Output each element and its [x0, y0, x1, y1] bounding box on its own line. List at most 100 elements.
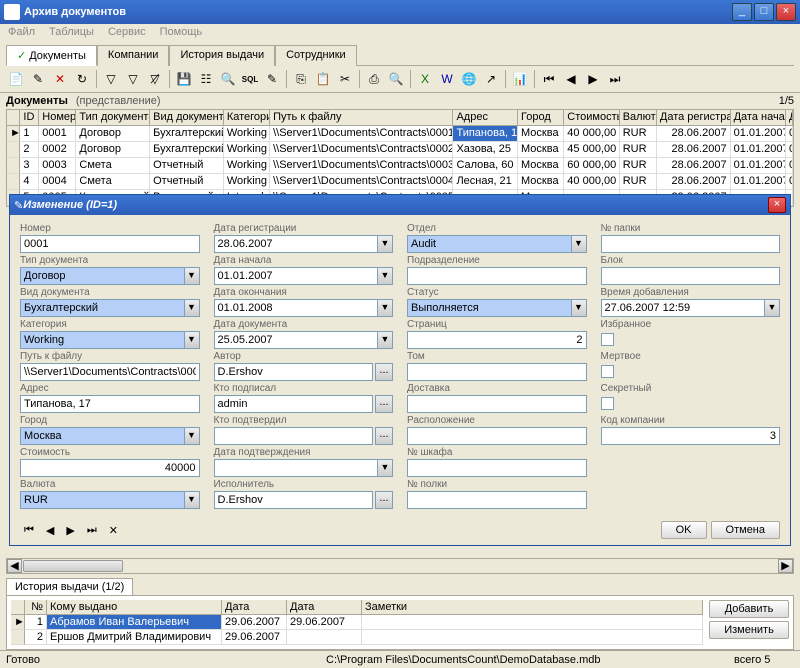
num-input[interactable]: [20, 235, 200, 253]
dropdown-icon[interactable]: ▼: [184, 299, 200, 317]
dropdown-icon[interactable]: ▼: [377, 331, 393, 349]
cab-input[interactable]: [407, 459, 587, 477]
signed-input[interactable]: [214, 395, 374, 413]
maximize-button[interactable]: □: [754, 3, 774, 21]
tb-delete-icon[interactable]: ✕: [50, 69, 70, 89]
city-input[interactable]: [20, 427, 184, 445]
secret-checkbox[interactable]: [601, 397, 614, 410]
tb-filter2-icon[interactable]: ▽: [123, 69, 143, 89]
tb-filteroff-icon[interactable]: ▽̸: [145, 69, 165, 89]
vid-input[interactable]: [20, 299, 184, 317]
block-input[interactable]: [601, 267, 781, 285]
dropdown-icon[interactable]: ▼: [571, 235, 587, 253]
dstart-input[interactable]: [214, 267, 378, 285]
loc-input[interactable]: [407, 427, 587, 445]
scroll-thumb[interactable]: [23, 560, 123, 572]
cost-input[interactable]: [20, 459, 200, 477]
scroll-left-icon[interactable]: ◀: [7, 559, 22, 573]
nav-last-icon[interactable]: ⏭: [83, 522, 101, 539]
kat-input[interactable]: [20, 331, 184, 349]
edit-button[interactable]: Изменить: [709, 621, 789, 639]
tb-refresh-icon[interactable]: ↻: [72, 69, 92, 89]
approved-input[interactable]: [214, 427, 374, 445]
tb-preview-icon[interactable]: 🔍: [386, 69, 406, 89]
history-grid[interactable]: № Кому выдано Дата выдачи Дата возврата …: [11, 600, 703, 645]
tab-history[interactable]: История выдачи: [169, 45, 275, 66]
author-input[interactable]: [214, 363, 374, 381]
tb-first-icon[interactable]: ⏮: [539, 69, 559, 89]
tb-copy-icon[interactable]: ⎘: [291, 69, 311, 89]
dept-input[interactable]: [407, 235, 571, 253]
tb-html-icon[interactable]: 🌐: [459, 69, 479, 89]
dropdown-icon[interactable]: ▼: [377, 299, 393, 317]
deliv-input[interactable]: [407, 395, 587, 413]
tb-filter-icon[interactable]: ▽: [101, 69, 121, 89]
nav-first-icon[interactable]: ⏮: [20, 522, 38, 539]
ddoc-input[interactable]: [214, 331, 378, 349]
browse-button[interactable]: ...: [375, 363, 393, 381]
tb-find-icon[interactable]: 🔍: [218, 69, 238, 89]
dapprove-input[interactable]: [214, 459, 378, 477]
tb-paste-icon[interactable]: 📋: [313, 69, 333, 89]
dropdown-icon[interactable]: ▼: [377, 267, 393, 285]
dropdown-icon[interactable]: ▼: [184, 491, 200, 509]
cur-input[interactable]: [20, 491, 184, 509]
compcode-input[interactable]: [601, 427, 781, 445]
horizontal-scrollbar[interactable]: ◀ ▶: [6, 558, 794, 574]
table-row[interactable]: 20002ДоговорБухгалтерскийWorking\\Server…: [7, 142, 793, 158]
dropdown-icon[interactable]: ▼: [571, 299, 587, 317]
history-row[interactable]: 2Ершов Дмитрий Владимирович29.06.2007: [11, 630, 703, 645]
tab-documents[interactable]: ✓Документы: [6, 45, 97, 66]
tb-chart-icon[interactable]: 📊: [510, 69, 530, 89]
path-input[interactable]: [20, 363, 200, 381]
tb-excel-icon[interactable]: X: [415, 69, 435, 89]
dropdown-icon[interactable]: ▼: [184, 331, 200, 349]
nav-next-icon[interactable]: ▶: [62, 522, 78, 539]
dropdown-icon[interactable]: ▼: [184, 427, 200, 445]
reg-input[interactable]: [214, 235, 378, 253]
menu-service[interactable]: Сервис: [108, 26, 146, 40]
dend-input[interactable]: [214, 299, 378, 317]
dropdown-icon[interactable]: ▼: [377, 235, 393, 253]
subdiv-input[interactable]: [407, 267, 587, 285]
menu-file[interactable]: Файл: [8, 26, 35, 40]
adr-input[interactable]: [20, 395, 200, 413]
tab-employees[interactable]: Сотрудники: [275, 45, 357, 66]
ok-button[interactable]: OK: [661, 521, 707, 539]
fav-checkbox[interactable]: [601, 333, 614, 346]
nav-tools-icon[interactable]: ✕: [105, 522, 122, 539]
pages-input[interactable]: [407, 331, 587, 349]
browse-button[interactable]: ...: [375, 491, 393, 509]
minimize-button[interactable]: _: [732, 3, 752, 21]
dropdown-icon[interactable]: ▼: [764, 299, 780, 317]
folder-input[interactable]: [601, 235, 781, 253]
documents-grid[interactable]: ID Номер Тип документа Вид документа Кат…: [6, 109, 794, 207]
table-row[interactable]: 40004СметаОтчетныйWorking\\Server1\Docum…: [7, 174, 793, 190]
menu-help[interactable]: Помощь: [160, 26, 203, 40]
add-button[interactable]: Добавить: [709, 600, 789, 618]
dropdown-icon[interactable]: ▼: [377, 459, 393, 477]
edit-close-button[interactable]: ×: [768, 197, 786, 213]
nav-prev-icon[interactable]: ◀: [42, 522, 58, 539]
exec-input[interactable]: [214, 491, 374, 509]
tom-input[interactable]: [407, 363, 587, 381]
typ-input[interactable]: [20, 267, 184, 285]
menu-tables[interactable]: Таблицы: [49, 26, 94, 40]
dead-checkbox[interactable]: [601, 365, 614, 378]
tb-tree-icon[interactable]: ☷: [196, 69, 216, 89]
history-row[interactable]: ►1Абрамов Иван Валерьевич29.06.200729.06…: [11, 615, 703, 630]
cancel-button[interactable]: Отмена: [711, 521, 780, 539]
tb-export-icon[interactable]: ↗: [481, 69, 501, 89]
status-input[interactable]: [407, 299, 571, 317]
tb-cut-icon[interactable]: ✂: [335, 69, 355, 89]
tb-script-icon[interactable]: ✎: [262, 69, 282, 89]
tb-word-icon[interactable]: W: [437, 69, 457, 89]
table-row[interactable]: 30003СметаОтчетныйWorking\\Server1\Docum…: [7, 158, 793, 174]
history-tab[interactable]: История выдачи (1/2): [6, 578, 133, 595]
tadd-input[interactable]: [601, 299, 765, 317]
tb-next-icon[interactable]: ▶: [583, 69, 603, 89]
table-row[interactable]: ►10001ДоговорБухгалтерскийWorking\\Serve…: [7, 126, 793, 142]
tb-save-icon[interactable]: 💾: [174, 69, 194, 89]
tb-edit-icon[interactable]: ✎: [28, 69, 48, 89]
browse-button[interactable]: ...: [375, 395, 393, 413]
